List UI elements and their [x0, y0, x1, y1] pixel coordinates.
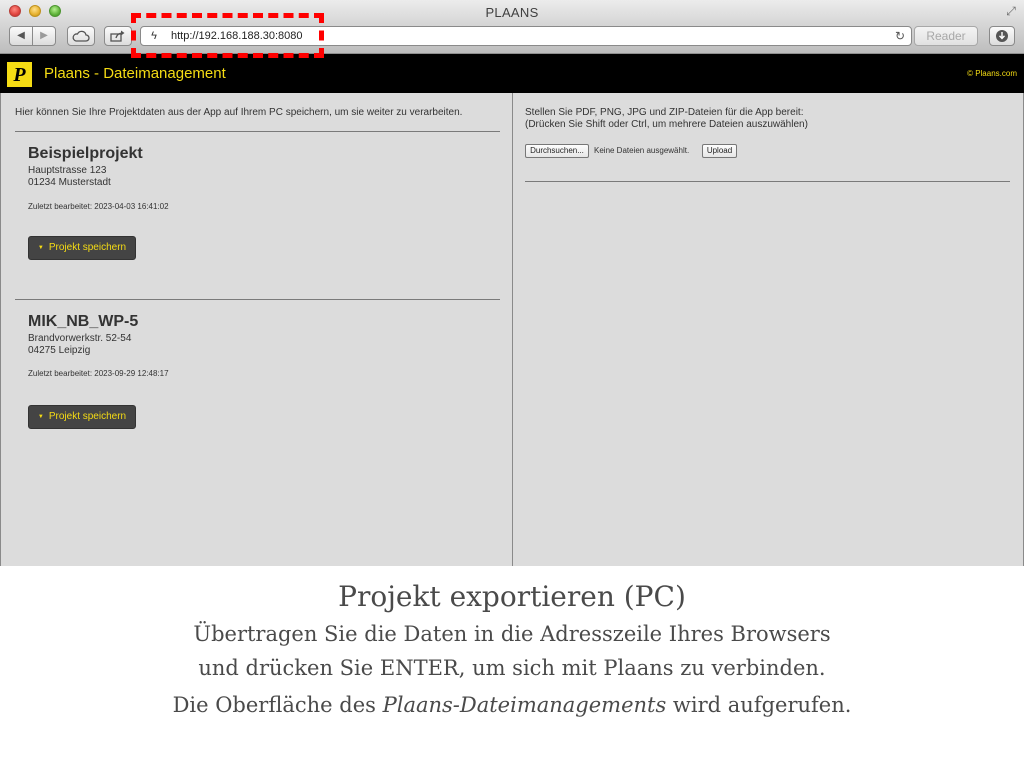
triangle-down-icon: ▼ [37, 245, 44, 251]
upload-hint: (Drücken Sie Shift oder Ctrl, um mehrere… [525, 119, 808, 130]
triangle-down-icon: ▼ [37, 414, 44, 420]
caption-title: Projekt exportieren (PC) [338, 580, 686, 613]
save-project-label: Projekt speichern [48, 411, 127, 422]
share-icon [110, 30, 125, 42]
window-title: PLAANS [485, 5, 539, 20]
no-files-selected-text: Keine Dateien ausgewählt. [594, 146, 690, 155]
project-last-edited: Zuletzt bearbeitet: 2023-04-03 16:41:02 [28, 202, 169, 211]
url-text[interactable]: http://192.168.188.30:8080 [171, 30, 303, 42]
upload-button[interactable]: Upload [702, 144, 737, 158]
project-street: Brandvorwerkstr. 52-54 [28, 333, 132, 344]
caption-line: Übertragen Sie die Daten in die Adressze… [193, 622, 831, 646]
share-button[interactable] [104, 26, 132, 46]
caption-emphasis: Plaans-Dateimanagements [382, 693, 667, 717]
save-project-button[interactable]: ▼ Projekt speichern [28, 236, 136, 260]
caption-text: wird aufgerufen. [666, 693, 852, 717]
resize-icon[interactable]: ⤢ [1004, 4, 1018, 18]
divider [525, 181, 1010, 182]
window-titlebar: PLAANS ⤢ [0, 0, 1024, 24]
caption-line: und drücken Sie ENTER, um sich mit Plaan… [198, 656, 826, 680]
project-street: Hauptstrasse 123 [28, 165, 107, 176]
upload-instructions: Stellen Sie PDF, PNG, JPG und ZIP-Dateie… [525, 107, 804, 118]
app-title: Plaans - Dateimanagement [44, 65, 226, 82]
back-icon: ◀ [17, 30, 25, 41]
forward-button[interactable]: ▶ [32, 26, 56, 46]
copyright-link[interactable]: © Plaans.com [967, 69, 1017, 78]
project-name: Beispielprojekt [28, 145, 143, 162]
export-panel: Hier können Sie Ihre Projektdaten aus de… [0, 93, 512, 566]
project-city: 04275 Leipzig [28, 345, 91, 356]
save-project-label: Projekt speichern [48, 242, 127, 253]
icloud-tabs-button[interactable] [67, 26, 95, 46]
address-bar[interactable]: ϟ http://192.168.188.30:8080 ↻ [140, 26, 912, 46]
reload-icon[interactable]: ↻ [895, 29, 905, 43]
download-icon [996, 30, 1008, 42]
forward-icon: ▶ [40, 30, 48, 41]
downloads-button[interactable] [989, 26, 1015, 46]
project-name: MIK_NB_WP-5 [28, 313, 139, 330]
divider [15, 299, 500, 300]
caption-text: Die Oberfläche des [172, 693, 383, 717]
plaans-logo: P [7, 62, 32, 87]
caption: Projekt exportieren (PC) Übertragen Sie … [0, 566, 1024, 768]
caption-line: Die Oberfläche des Plaans-Dateimanagemen… [0, 693, 1024, 717]
divider [15, 131, 500, 132]
browse-button[interactable]: Durchsuchen... [525, 144, 589, 158]
upload-panel: Stellen Sie PDF, PNG, JPG und ZIP-Dateie… [513, 93, 1024, 566]
main-content: Hier können Sie Ihre Projektdaten aus de… [0, 93, 1024, 566]
save-project-button[interactable]: ▼ Projekt speichern [28, 405, 136, 429]
export-intro-text: Hier können Sie Ihre Projektdaten aus de… [15, 107, 463, 118]
browser-toolbar: ◀ ▶ ϟ http://192.168.188.30:8080 ↻ Reade… [0, 24, 1024, 54]
reader-button[interactable]: Reader [914, 26, 978, 46]
project-city: 01234 Musterstadt [28, 177, 111, 188]
back-button[interactable]: ◀ [9, 26, 33, 46]
lightning-favicon-icon: ϟ [151, 30, 157, 42]
project-last-edited: Zuletzt bearbeitet: 2023-09-29 12:48:17 [28, 369, 169, 378]
cloud-icon [72, 30, 90, 42]
